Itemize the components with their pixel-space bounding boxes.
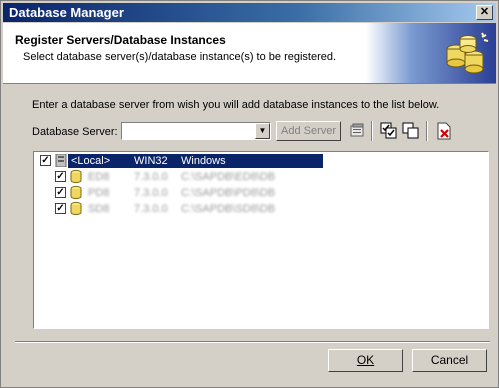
database-server-combobox[interactable]: ▼ (121, 122, 271, 140)
chevron-down-icon[interactable]: ▼ (255, 123, 270, 139)
server-properties-icon[interactable] (349, 122, 367, 140)
tree-item-instance[interactable]: ✓ ED8 7.3.0.0 C:\SAPDB\ED8\DB (34, 170, 488, 184)
window-title: Database Manager (9, 5, 124, 20)
instance-name: PD8 (88, 187, 110, 199)
database-icon (70, 202, 82, 215)
header-title: Register Servers/Database Instances (15, 33, 226, 47)
instance-checkbox[interactable]: ✓ (55, 187, 66, 198)
header-banner (366, 23, 496, 83)
instance-path: C:\SAPDB\ED8\DB (181, 171, 276, 183)
instance-path: C:\SAPDB\PD8\DB (181, 187, 276, 199)
instance-version: 7.3.0.0 (134, 203, 168, 215)
instance-version: 7.3.0.0 (134, 187, 168, 199)
uncheck-all-icon[interactable] (402, 122, 420, 140)
server-icon (55, 154, 67, 167)
tree-root-local[interactable]: ✓ <Local> WIN32 Windows (34, 154, 488, 168)
check-all-icon[interactable] (380, 122, 398, 140)
root-checkbox[interactable]: ✓ (40, 155, 51, 166)
ok-button-label: OK (356, 353, 375, 367)
ok-button[interactable]: OK (328, 349, 403, 372)
close-button[interactable]: ✕ (476, 5, 493, 20)
toolbar-separator (426, 121, 428, 141)
cancel-button[interactable]: Cancel (412, 349, 487, 372)
instance-path: C:\SAPDB\SD8\DB (181, 203, 276, 215)
title-bar[interactable]: Database Manager ✕ (3, 3, 496, 22)
database-manager-window: Database Manager ✕ Register Servers/Data… (0, 0, 499, 388)
tree-item-instance[interactable]: ✓ SD8 7.3.0.0 C:\SAPDB\SD8\DB (34, 202, 488, 216)
header-subtitle: Select database server(s)/database insta… (23, 51, 337, 63)
database-server-label: Database Server: (32, 126, 118, 138)
instance-checkbox[interactable]: ✓ (55, 171, 66, 182)
instance-version: 7.3.0.0 (134, 171, 168, 183)
root-name: <Local> (71, 155, 111, 167)
root-os: Windows (181, 155, 226, 167)
toolbar-separator (371, 121, 373, 141)
database-instance-tree[interactable]: ✓ <Local> WIN32 Windows ✓ ED8 7.3.0.0 C:… (33, 151, 489, 329)
footer-divider (15, 341, 490, 343)
root-platform: WIN32 (134, 155, 168, 167)
add-server-button[interactable]: Add Server (276, 121, 341, 141)
instance-name: SD8 (88, 203, 110, 215)
database-icon (70, 186, 82, 199)
database-cluster-icon (446, 32, 489, 74)
instructions-text: Enter a database server from wish you wi… (32, 99, 440, 111)
tree-item-instance[interactable]: ✓ PD8 7.3.0.0 C:\SAPDB\PD8\DB (34, 186, 488, 200)
wizard-header: Register Servers/Database Instances Sele… (3, 23, 496, 84)
delete-icon[interactable] (435, 122, 453, 140)
instance-name: ED8 (88, 171, 110, 183)
database-icon (70, 170, 82, 183)
instance-checkbox[interactable]: ✓ (55, 203, 66, 214)
